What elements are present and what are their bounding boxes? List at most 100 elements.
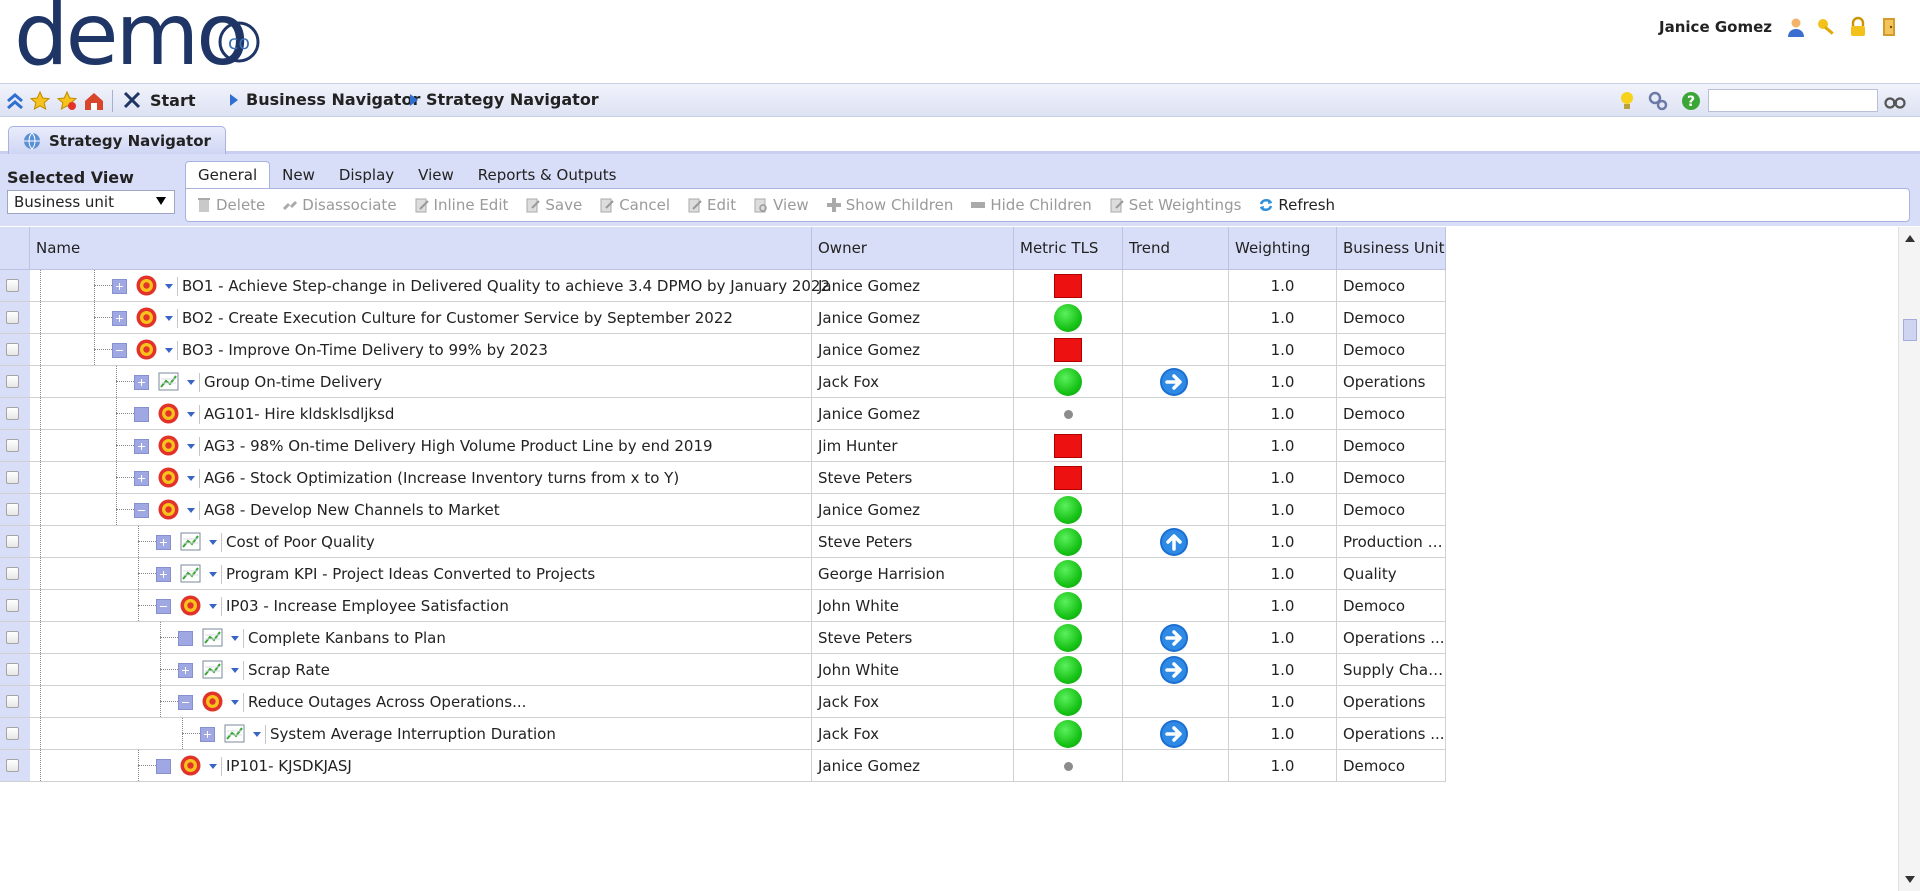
table-row[interactable]: BO3 - Improve On-Time Delivery to 99% by…	[0, 334, 1446, 366]
expand-icon[interactable]	[178, 663, 193, 678]
row-menu-dropdown-icon[interactable]	[231, 636, 239, 641]
tab-display[interactable]: Display	[327, 161, 406, 188]
row-checkbox[interactable]	[6, 503, 19, 516]
table-row[interactable]: Program KPI - Project Ideas Converted to…	[0, 558, 1446, 590]
row-menu-dropdown-icon[interactable]	[187, 476, 195, 481]
breadcrumb-start[interactable]: Start	[122, 90, 196, 110]
row-menu-dropdown-icon[interactable]	[231, 668, 239, 673]
row-checkbox[interactable]	[6, 567, 19, 580]
collapse-icon[interactable]	[156, 599, 171, 614]
company-logo[interactable]: demo co	[14, 0, 284, 87]
node-name[interactable]: IP03 - Increase Employee Satisfaction	[226, 590, 509, 622]
row-checkbox[interactable]	[6, 279, 19, 292]
expand-icon[interactable]	[112, 279, 127, 294]
node-name[interactable]: AG3 - 98% On-time Delivery High Volume P…	[204, 430, 713, 462]
header-name[interactable]: Name	[30, 227, 812, 270]
row-menu-dropdown-icon[interactable]	[209, 604, 217, 609]
row-checkbox[interactable]	[6, 407, 19, 420]
node-name[interactable]: AG8 - Develop New Channels to Market	[204, 494, 500, 526]
node-name[interactable]: Program KPI - Project Ideas Converted to…	[226, 558, 595, 590]
table-row[interactable]: AG3 - 98% On-time Delivery High Volume P…	[0, 430, 1446, 462]
breadcrumb-strategy-navigator[interactable]: Strategy Navigator	[410, 90, 599, 109]
tab-new[interactable]: New	[270, 161, 327, 188]
table-row[interactable]: AG101- Hire kldsklsdljksd Janice Gomez 1.0…	[0, 398, 1446, 430]
table-row[interactable]: Scrap Rate John White 1.0 Supply Chai...	[0, 654, 1446, 686]
header-business-unit[interactable]: Business Unit	[1337, 227, 1446, 270]
expand-icon[interactable]	[156, 567, 171, 582]
logout-door-icon[interactable]	[1878, 16, 1900, 38]
row-checkbox[interactable]	[6, 759, 19, 772]
refresh-button[interactable]: Refresh	[1258, 196, 1335, 214]
row-menu-dropdown-icon[interactable]	[165, 316, 173, 321]
row-checkbox[interactable]	[6, 343, 19, 356]
node-name[interactable]: Reduce Outages Across Operations...	[248, 686, 526, 718]
favorite-star-icon[interactable]	[29, 90, 51, 112]
row-menu-dropdown-icon[interactable]	[209, 764, 217, 769]
breadcrumb-business-navigator[interactable]: Business Navigator	[230, 90, 420, 109]
row-checkbox[interactable]	[6, 535, 19, 548]
collapse-icon[interactable]	[178, 695, 193, 710]
collapse-icon[interactable]	[112, 343, 127, 358]
row-checkbox[interactable]	[6, 375, 19, 388]
table-row[interactable]: Complete Kanbans to Plan Steve Peters 1.0 O…	[0, 622, 1446, 654]
node-name[interactable]: AG101- Hire kldsklsdljksd	[204, 398, 394, 430]
node-name[interactable]: Scrap Rate	[248, 654, 330, 686]
row-checkbox[interactable]	[6, 727, 19, 740]
tab-strategy-navigator[interactable]: Strategy Navigator	[8, 126, 226, 154]
row-checkbox[interactable]	[6, 311, 19, 324]
global-search-input[interactable]	[1708, 89, 1878, 112]
expand-icon[interactable]	[134, 375, 149, 390]
selected-view-dropdown[interactable]: Business unit	[7, 190, 175, 214]
home-icon[interactable]	[83, 90, 105, 112]
node-name[interactable]: IP101- KJSDKJASJ	[226, 750, 352, 782]
collapse-chevrons-icon[interactable]	[4, 90, 26, 112]
show-children-button[interactable]: Show Children	[826, 196, 953, 214]
header-metric-tls[interactable]: Metric TLS	[1014, 227, 1123, 270]
table-row[interactable]: AG6 - Stock Optimization (Increase Inven…	[0, 462, 1446, 494]
lock-icon[interactable]	[1847, 16, 1869, 38]
node-name[interactable]: BO1 - Achieve Step-change in Delivered Q…	[182, 270, 830, 302]
header-owner[interactable]: Owner	[812, 227, 1014, 270]
inline-edit-button[interactable]: Inline Edit	[414, 196, 508, 214]
expand-icon[interactable]	[112, 311, 127, 326]
row-checkbox[interactable]	[6, 663, 19, 676]
row-checkbox[interactable]	[6, 631, 19, 644]
row-checkbox[interactable]	[6, 471, 19, 484]
row-menu-dropdown-icon[interactable]	[165, 284, 173, 289]
table-row[interactable]: BO2 - Create Execution Culture for Custo…	[0, 302, 1446, 334]
expand-icon[interactable]	[200, 727, 215, 742]
row-menu-dropdown-icon[interactable]	[165, 348, 173, 353]
table-row[interactable]: BO1 - Achieve Step-change in Delivered Q…	[0, 270, 1446, 302]
row-menu-dropdown-icon[interactable]	[187, 380, 195, 385]
node-name[interactable]: Complete Kanbans to Plan	[248, 622, 446, 654]
node-name[interactable]: BO3 - Improve On-Time Delivery to 99% by…	[182, 334, 548, 366]
header-weighting[interactable]: Weighting	[1229, 227, 1337, 270]
row-menu-dropdown-icon[interactable]	[187, 444, 195, 449]
node-name[interactable]: Group On-time Delivery	[204, 366, 382, 398]
collapse-icon[interactable]	[134, 503, 149, 518]
scrollbar-thumb[interactable]	[1903, 319, 1917, 341]
table-row[interactable]: Group On-time Delivery Jack Fox 1.0 Operati…	[0, 366, 1446, 398]
help-icon[interactable]: ?	[1680, 90, 1702, 112]
node-name[interactable]: Cost of Poor Quality	[226, 526, 375, 558]
node-name[interactable]: System Average Interruption Duration	[270, 718, 556, 750]
expand-icon[interactable]	[134, 439, 149, 454]
row-menu-dropdown-icon[interactable]	[253, 732, 261, 737]
node-name[interactable]: BO2 - Create Execution Culture for Custo…	[182, 302, 733, 334]
hide-children-button[interactable]: Hide Children	[970, 196, 1092, 214]
tab-reports-outputs[interactable]: Reports & Outputs	[466, 161, 629, 188]
vertical-scrollbar[interactable]	[1898, 227, 1920, 891]
table-row[interactable]: System Average Interruption Duration Jack…	[0, 718, 1446, 750]
table-row[interactable]: Cost of Poor Quality Steve Peters 1.0 Produ…	[0, 526, 1446, 558]
lightbulb-icon[interactable]	[1616, 90, 1638, 112]
scroll-down-arrow-icon[interactable]	[1905, 876, 1915, 883]
table-row[interactable]: Reduce Outages Across Operations... Jack …	[0, 686, 1446, 718]
tab-general[interactable]: General	[185, 161, 271, 188]
row-menu-dropdown-icon[interactable]	[187, 412, 195, 417]
table-row[interactable]: AG8 - Develop New Channels to Market Jani…	[0, 494, 1446, 526]
tab-view[interactable]: View	[406, 161, 466, 188]
view-button[interactable]: View	[753, 196, 809, 214]
row-menu-dropdown-icon[interactable]	[209, 572, 217, 577]
disassociate-button[interactable]: Disassociate	[282, 196, 397, 214]
search-binoculars-icon[interactable]	[1884, 90, 1906, 112]
